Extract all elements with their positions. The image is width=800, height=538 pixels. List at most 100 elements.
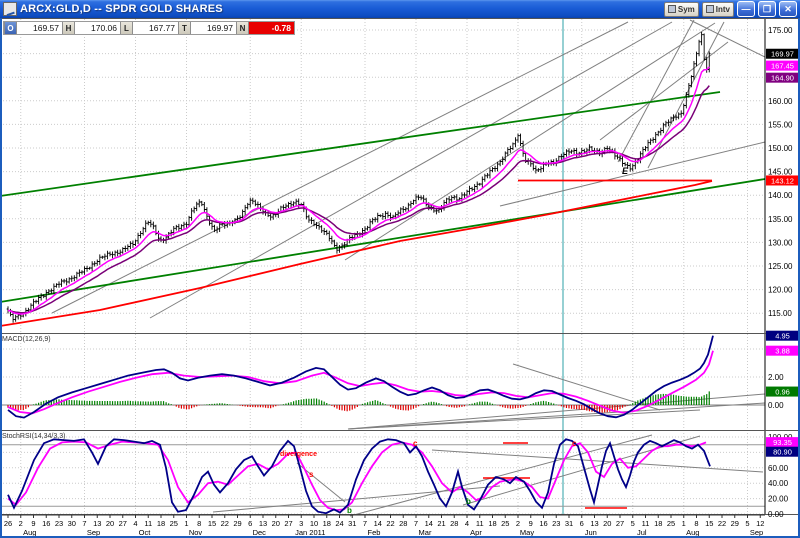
price-axis-label: 115.00	[768, 309, 792, 318]
date-tick-label: 18	[654, 519, 662, 528]
date-tick-label: 16	[539, 519, 547, 528]
wave-label: E	[622, 166, 629, 176]
date-tick-label: 11	[144, 519, 152, 528]
date-tick-label: 13	[590, 519, 598, 528]
close-icon: ✕	[784, 5, 792, 14]
axis-badge-value: 167.45	[771, 62, 794, 71]
open-label: O	[4, 22, 17, 34]
date-tick-label: 16	[42, 519, 50, 528]
minimize-icon: —	[742, 5, 751, 14]
sym-button-label: Sym	[678, 5, 695, 14]
chart-area[interactable]: EMACD(12,26,9)divergencesccbbStochRSI(14…	[0, 18, 800, 538]
high-label: H	[62, 22, 75, 34]
date-tick-label: 18	[488, 519, 496, 528]
chart-canvas[interactable]: EMACD(12,26,9)divergencesccbbStochRSI(14…	[0, 18, 800, 538]
price-axis-label: 155.00	[768, 120, 793, 129]
axis-badge-value: 4.95	[775, 332, 790, 341]
date-tick-label: 10	[310, 519, 318, 528]
open-value: 169.57	[17, 22, 62, 34]
titlebar[interactable]: ARCX:GLD,D -- SPDR GOLD SHARES Sym Intv …	[0, 0, 800, 18]
date-tick-label: 31	[565, 519, 573, 528]
date-tick-label: 1	[184, 519, 188, 528]
last-value: 169.97	[191, 22, 236, 34]
date-tick-label: 22	[386, 519, 394, 528]
date-tick-label: 2	[19, 519, 23, 528]
axis-badge-value: 143.12	[771, 176, 794, 185]
date-tick-label: 29	[731, 519, 739, 528]
maximize-button[interactable]: ❐	[758, 1, 776, 17]
axis-badge-value: 93.35	[773, 438, 792, 447]
last-label: T	[178, 22, 191, 34]
date-tick-label: 5	[631, 519, 635, 528]
net-label: N	[236, 22, 249, 34]
price-axis-label: 130.00	[768, 238, 793, 247]
date-tick-label: 23	[55, 519, 63, 528]
axis-badge-value: 3.88	[775, 347, 790, 356]
date-tick-label: 11	[642, 519, 650, 528]
date-tick-label: 1	[682, 519, 686, 528]
date-tick-label: 9	[529, 519, 533, 528]
date-tick-label: 22	[718, 519, 726, 528]
intv-button-label: Intv	[716, 5, 730, 14]
date-tick-label: 25	[501, 519, 509, 528]
date-tick-label: 28	[450, 519, 458, 528]
stoch-axis-label: 60.00	[768, 464, 789, 473]
date-tick-label: 9	[31, 519, 35, 528]
date-tick-label: 14	[425, 519, 433, 528]
app-window: ARCX:GLD,D -- SPDR GOLD SHARES Sym Intv …	[0, 0, 800, 538]
stoch-annotation: b	[347, 506, 352, 515]
maximize-icon: ❐	[763, 5, 771, 14]
price-axis-label: 120.00	[768, 286, 793, 295]
low-label: L	[120, 22, 133, 34]
axis-badge-value: 169.97	[771, 50, 794, 59]
date-tick-label: 25	[667, 519, 675, 528]
price-axis-label: 140.00	[768, 191, 793, 200]
macd-axis-label: 2.00	[768, 373, 784, 382]
quote-strip: O 169.57 H 170.06 L 167.77 T 169.97 N -0…	[3, 21, 295, 35]
date-tick-label: 26	[4, 519, 12, 528]
date-tick-label: 13	[93, 519, 101, 528]
axis-badge-value: 80.90	[773, 448, 792, 457]
intv-button[interactable]: Intv	[702, 2, 734, 17]
app-icon	[3, 2, 17, 16]
date-tick-label: 8	[694, 519, 698, 528]
sym-icon	[668, 5, 676, 13]
low-value: 167.77	[133, 22, 178, 34]
stoch-axis-label: 20.00	[768, 495, 789, 504]
close-button[interactable]: ✕	[779, 1, 797, 17]
date-tick-label: 7	[414, 519, 418, 528]
high-value: 170.06	[75, 22, 120, 34]
window-title: ARCX:GLD,D -- SPDR GOLD SHARES	[20, 3, 661, 15]
date-tick-label: 7	[82, 519, 86, 528]
stoch-axis-label: 0.00	[768, 510, 784, 519]
date-tick-label: 20	[106, 519, 114, 528]
intv-icon	[706, 5, 714, 13]
date-tick-label: 21	[437, 519, 445, 528]
stoch-annotation: divergence	[280, 451, 317, 458]
date-tick-label: 5	[745, 519, 749, 528]
stoch-axis-label: 40.00	[768, 479, 789, 488]
date-tick-label: 4	[133, 519, 137, 528]
date-tick-label: 13	[259, 519, 267, 528]
stoch-annotation: s	[309, 470, 314, 479]
date-tick-label: 22	[221, 519, 229, 528]
net-change-value: -0.78	[249, 22, 294, 34]
macd-label: MACD(12,26,9)	[2, 336, 51, 343]
date-tick-label: 4	[465, 519, 469, 528]
date-tick-label: 24	[335, 519, 343, 528]
date-tick-label: 3	[299, 519, 303, 528]
date-tick-label: 25	[170, 519, 178, 528]
date-tick-label: 11	[476, 519, 484, 528]
stoch-annotation: c	[572, 439, 577, 448]
sym-button[interactable]: Sym	[664, 2, 699, 17]
date-tick-label: 18	[157, 519, 165, 528]
date-tick-label: 23	[552, 519, 560, 528]
price-axis-label: 125.00	[768, 262, 793, 271]
date-tick-label: 27	[284, 519, 292, 528]
date-tick-label: 15	[208, 519, 216, 528]
minimize-button[interactable]: —	[737, 1, 755, 17]
chart-background	[0, 18, 800, 538]
date-tick-label: 31	[348, 519, 356, 528]
price-axis-label: 175.00	[768, 26, 793, 35]
date-tick-label: 6	[580, 519, 584, 528]
